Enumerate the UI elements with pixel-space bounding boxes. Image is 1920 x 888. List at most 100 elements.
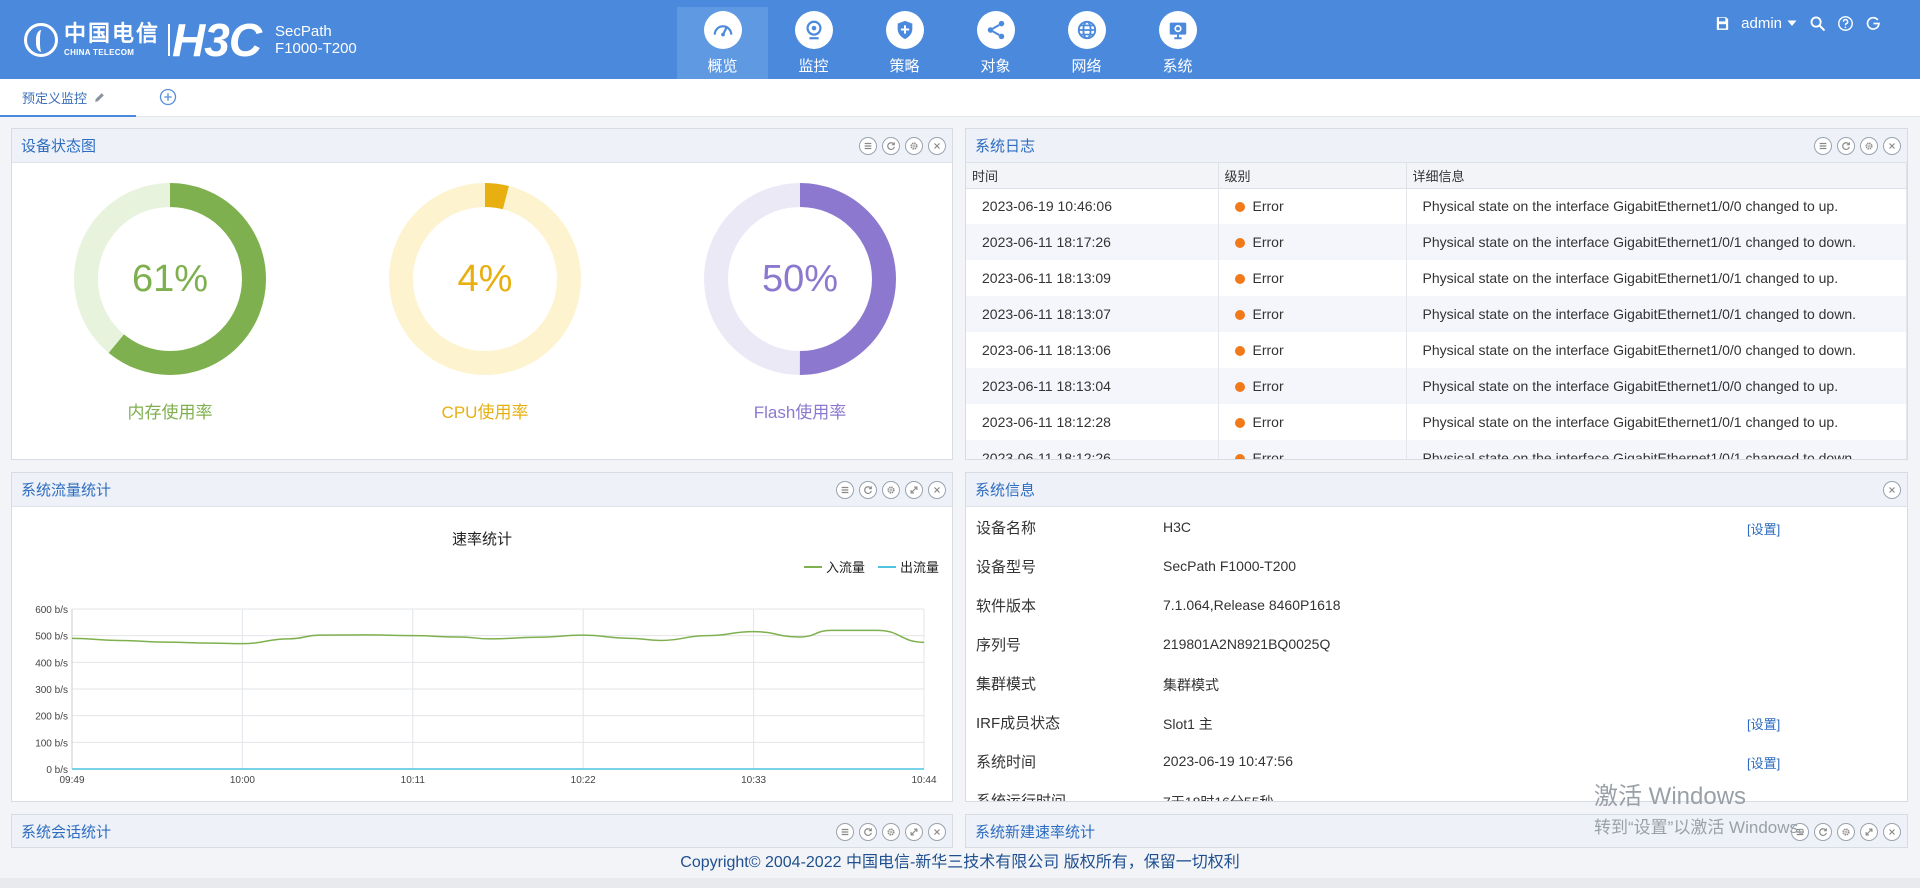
ct-name-en: CHINA TELECOM xyxy=(64,47,135,57)
info-key: 序列号 xyxy=(976,637,1022,654)
panel-title: 系统信息 xyxy=(975,482,1036,499)
info-value: 集群模式 xyxy=(1163,677,1219,693)
expand-icon[interactable] xyxy=(905,823,923,841)
log-level-text: Error xyxy=(1252,270,1284,286)
refresh-icon[interactable] xyxy=(859,823,877,841)
new-rate-panel: 系统新建速率统计 xyxy=(965,814,1908,848)
legend-label: 入流量 xyxy=(826,560,865,575)
nav-system[interactable]: 系统 xyxy=(1132,7,1223,79)
x-tick-label: 10:00 xyxy=(230,775,255,786)
table-row[interactable]: 2023-06-11 18:13:04 Error Physical state o… xyxy=(966,368,1907,404)
save-icon[interactable] xyxy=(1713,14,1731,32)
refresh-icon[interactable] xyxy=(1814,823,1832,841)
nav-policy[interactable]: 策略 xyxy=(859,7,950,79)
nav-monitor[interactable]: 监控 xyxy=(768,7,859,79)
gear-icon[interactable] xyxy=(882,481,900,499)
tab-predefined-monitor[interactable]: 预定义监控 xyxy=(0,79,136,117)
settings-link[interactable]: [设置] xyxy=(1747,519,1780,538)
log-detail: Physical state on the interface GigabitE… xyxy=(1406,260,1907,296)
nav-overview[interactable]: 概览 xyxy=(677,7,768,79)
refresh-icon[interactable] xyxy=(1837,137,1855,155)
gauge-label: CPU使用率 xyxy=(441,403,529,422)
info-key: IRF成员状态 xyxy=(976,715,1061,732)
refresh-icon[interactable] xyxy=(882,137,900,155)
gauge-cpu: 4% CPU使用率 xyxy=(385,179,585,423)
close-icon[interactable] xyxy=(928,481,946,499)
close-icon[interactable] xyxy=(928,137,946,155)
table-row[interactable]: 2023-06-11 18:13:06 Error Physical state o… xyxy=(966,332,1907,368)
log-time: 2023-06-11 18:12:26 xyxy=(966,440,1219,459)
log-detail: Physical state on the interface GigabitE… xyxy=(1406,404,1907,440)
table-row[interactable]: 2023-06-11 18:13:07 Error Physical state o… xyxy=(966,296,1907,332)
series-line-inbound xyxy=(71,629,925,645)
model-line-1: SecPath xyxy=(275,23,332,40)
list-icon[interactable] xyxy=(836,823,854,841)
nav-label: 对象 xyxy=(980,58,1011,75)
col-time[interactable]: 时间 xyxy=(966,163,1219,189)
list-icon[interactable] xyxy=(836,481,854,499)
gauge-value: 61% xyxy=(132,258,208,300)
table-row[interactable]: 2023-06-11 18:17:26 Error Physical state o… xyxy=(966,224,1907,260)
refresh-icon[interactable] xyxy=(859,481,877,499)
col-detail[interactable]: 详细信息 xyxy=(1406,163,1907,189)
user-menu[interactable]: admin xyxy=(1741,15,1798,32)
panel-tools xyxy=(859,137,946,155)
col-level[interactable]: 级别 xyxy=(1218,163,1407,189)
y-tick-label: 600 b/s xyxy=(35,605,68,616)
log-level: Error xyxy=(1218,224,1407,260)
close-icon[interactable] xyxy=(1883,137,1901,155)
gauge-label: Flash使用率 xyxy=(753,403,847,422)
close-icon[interactable] xyxy=(1883,481,1901,499)
gauge-flash: 50% Flash使用率 xyxy=(700,179,900,423)
close-icon[interactable] xyxy=(928,823,946,841)
info-row: 设备型号 SecPath F1000-T200 xyxy=(976,556,1876,578)
info-row: 系统运行时间 7天18时16分55秒 xyxy=(976,790,1876,801)
logout-icon[interactable] xyxy=(1864,14,1882,32)
table-row[interactable]: 2023-06-11 18:13:09 Error Physical state o… xyxy=(966,260,1907,296)
list-icon[interactable] xyxy=(1814,137,1832,155)
top-header: 中国电信 CHINA TELECOM H3C SecPath F1000-T20… xyxy=(0,0,1920,79)
expand-icon[interactable] xyxy=(905,481,923,499)
ct-name-cn: 中国电信 xyxy=(64,21,161,47)
table-row[interactable]: 2023-06-19 10:46:06 Error Physical state o… xyxy=(966,188,1907,224)
info-key: 设备名称 xyxy=(976,520,1037,537)
list-icon[interactable] xyxy=(1791,823,1809,841)
log-detail: Physical state on the interface GigabitE… xyxy=(1406,188,1907,224)
shield-icon xyxy=(885,11,924,49)
traffic-panel: 系统流量统计 速率统计 0 b/s 100 b/s 200 b/s 300 b/s 400… xyxy=(11,472,953,802)
search-icon[interactable] xyxy=(1808,14,1826,32)
gear-icon[interactable] xyxy=(1860,137,1878,155)
table-row[interactable]: 2023-06-11 18:12:28 Error Physical state o… xyxy=(966,404,1907,440)
error-dot-icon xyxy=(1234,310,1245,320)
log-level-text: Error xyxy=(1252,414,1284,430)
error-dot-icon xyxy=(1234,382,1245,392)
error-dot-icon xyxy=(1234,238,1245,248)
nav-object[interactable]: 对象 xyxy=(950,7,1041,79)
table-row[interactable]: 2023-06-11 18:12:26 Error Physical state o… xyxy=(966,440,1907,459)
info-row: IRF成员状态 Slot1 主 [设置] xyxy=(976,712,1876,734)
panel-header: 系统流量统计 xyxy=(12,473,952,507)
error-dot-icon xyxy=(1234,418,1245,428)
list-icon[interactable] xyxy=(859,137,877,155)
nav-network[interactable]: 网络 xyxy=(1041,7,1132,79)
gear-icon[interactable] xyxy=(905,137,923,155)
gear-icon[interactable] xyxy=(1837,823,1855,841)
log-time: 2023-06-11 18:13:06 xyxy=(966,332,1219,368)
panel-tools xyxy=(836,481,946,499)
gear-icon[interactable] xyxy=(882,823,900,841)
edit-icon[interactable] xyxy=(93,91,106,104)
log-level-text: Error xyxy=(1252,198,1284,215)
close-icon[interactable] xyxy=(1883,823,1901,841)
log-detail: Physical state on the interface GigabitE… xyxy=(1406,296,1907,332)
settings-link[interactable]: [设置] xyxy=(1747,753,1780,772)
log-time: 2023-06-11 18:13:09 xyxy=(966,260,1219,296)
x-tick-label: 09:49 xyxy=(59,775,84,786)
add-tab-icon[interactable] xyxy=(159,88,177,106)
h3c-logo: H3C xyxy=(172,14,262,66)
error-dot-icon xyxy=(1234,274,1245,284)
help-icon[interactable] xyxy=(1836,14,1854,32)
expand-icon[interactable] xyxy=(1860,823,1878,841)
log-level: Error xyxy=(1218,296,1407,332)
settings-link[interactable]: [设置] xyxy=(1747,714,1780,733)
sysinfo-body: 设备名称 H3C [设置] 设备型号 SecPath F1000-T200 软件版本 7.1… xyxy=(966,507,1907,801)
